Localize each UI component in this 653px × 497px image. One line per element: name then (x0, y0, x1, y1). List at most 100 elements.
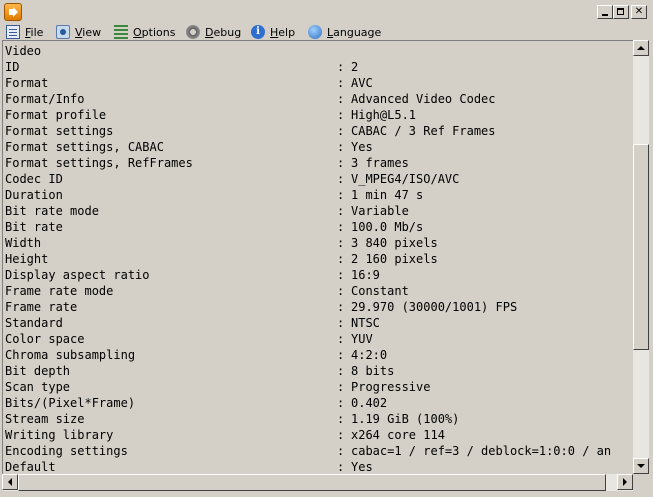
field-separator: : (337, 268, 345, 282)
info-row: Standard: NTSC (5, 315, 634, 331)
field-name: Default (5, 460, 56, 474)
field-name: Writing library (5, 428, 114, 442)
info-row: Bit rate mode: Variable (5, 203, 634, 219)
menu-file-label: File (25, 25, 44, 39)
field-name: Height (5, 252, 49, 266)
menu-options[interactable]: Options (114, 24, 175, 40)
menu-help[interactable]: i Help (251, 24, 295, 40)
scroll-left-button[interactable] (2, 474, 18, 490)
field-value: 100.0 Mb/s (351, 220, 424, 234)
field-name: Bits/(Pixel*Frame) (5, 396, 136, 410)
info-row: Format settings, CABAC: Yes (5, 139, 634, 155)
close-button[interactable]: ✕ (631, 5, 647, 19)
field-separator: : (337, 204, 345, 218)
field-value: CABAC / 3 Ref Frames (351, 124, 496, 138)
menu-language[interactable]: Language (308, 24, 381, 40)
field-name: Format profile (5, 108, 107, 122)
field-name: Duration (5, 188, 63, 202)
field-name: Stream size (5, 412, 85, 426)
up-arrow-icon (637, 46, 645, 50)
field-value: AVC (351, 76, 373, 90)
file-icon (6, 25, 20, 39)
field-name: Width (5, 236, 42, 250)
field-separator: : (337, 76, 345, 90)
info-row: Chroma subsampling:4:2:0 (5, 347, 634, 363)
menu-view-label: View (75, 25, 102, 39)
field-value: 1 min 47 s (351, 188, 424, 202)
horizontal-scroll-thumb[interactable] (18, 474, 606, 491)
right-arrow-icon (623, 478, 627, 486)
menu-view[interactable]: View (56, 24, 101, 40)
info-row: Height:2 160 pixels (5, 251, 634, 267)
vertical-scrollbar[interactable] (633, 40, 649, 474)
down-arrow-icon (637, 464, 645, 468)
section-header: Video (5, 43, 634, 59)
info-row: Format: AVC (5, 75, 634, 91)
field-separator: : (337, 444, 345, 458)
field-separator: : (337, 60, 345, 74)
info-row: Scan type: Progressive (5, 379, 634, 395)
scroll-right-button[interactable] (617, 474, 633, 490)
field-name: Format/Info (5, 92, 85, 106)
horizontal-scrollbar[interactable] (2, 474, 633, 491)
field-separator: : (337, 284, 345, 298)
field-value: YUV (351, 332, 373, 346)
info-row: Codec ID: V_MPEG4/ISO/AVC (5, 171, 634, 187)
title-bar[interactable]: ✕ (0, 0, 653, 25)
info-row: Duration:1 min 47 s (5, 187, 634, 203)
info-row: Bit depth:8 bits (5, 363, 634, 379)
field-separator: : (337, 236, 345, 250)
scrollbar-corner (633, 474, 649, 491)
field-separator: : (337, 172, 345, 186)
menu-debug[interactable]: Debug (186, 24, 241, 40)
info-row: Bit rate:100.0 Mb/s (5, 219, 634, 235)
field-name: Format (5, 76, 49, 90)
mediainfo-app-icon[interactable] (4, 3, 22, 21)
field-value: 1.19 GiB (100%) (351, 412, 460, 426)
info-row: Frame rate mode: Constant (5, 283, 634, 299)
media-info-text-area[interactable]: Video ID:2 Format: AVC Format/Info: Advanced… (2, 40, 634, 475)
field-value: 0.402 (351, 396, 388, 410)
scroll-down-button[interactable] (633, 458, 649, 474)
info-row: Format settings: CABAC / 3 Ref Frames (5, 123, 634, 139)
info-row: ID:2 (5, 59, 634, 75)
field-name: Frame rate mode (5, 284, 114, 298)
field-name: Bit rate (5, 220, 63, 234)
minimize-button[interactable] (597, 5, 613, 19)
field-separator: : (337, 364, 345, 378)
minimize-icon (602, 14, 608, 16)
info-row: Color space: YUV (5, 331, 634, 347)
field-name: Display aspect ratio (5, 268, 150, 282)
field-name: Bit rate mode (5, 204, 99, 218)
info-row: Width:3 840 pixels (5, 235, 634, 251)
info-row: Bits/(Pixel*Frame):0.402 (5, 395, 634, 411)
menu-help-label: Help (270, 25, 296, 39)
field-value: 2 (351, 60, 359, 74)
field-separator: : (337, 316, 345, 330)
field-separator: : (337, 332, 345, 346)
field-name: Color space (5, 332, 85, 346)
field-value: High@L5.1 (351, 108, 417, 122)
field-value: Constant (351, 284, 409, 298)
scroll-up-button[interactable] (633, 40, 649, 56)
menu-language-label: Language (327, 25, 382, 39)
field-separator: : (337, 108, 345, 122)
field-name: Frame rate (5, 300, 78, 314)
field-value: V_MPEG4/ISO/AVC (351, 172, 460, 186)
field-separator: : (337, 188, 345, 202)
help-icon: i (251, 25, 265, 39)
field-name: Chroma subsampling (5, 348, 136, 362)
menu-file[interactable]: File (6, 24, 43, 40)
info-row: Format/Info: Advanced Video Codec (5, 91, 634, 107)
vertical-scroll-thumb[interactable] (633, 144, 649, 350)
options-icon (114, 25, 128, 39)
field-separator: : (337, 92, 345, 106)
field-value: NTSC (351, 316, 380, 330)
menu-options-label: Options (133, 25, 176, 39)
field-value: Yes (351, 140, 373, 154)
field-name: Codec ID (5, 172, 63, 186)
field-separator: : (337, 220, 345, 234)
view-icon (56, 25, 70, 39)
maximize-button[interactable] (613, 5, 629, 19)
info-row: Frame rate:29.970 (30000/1001) FPS (5, 299, 634, 315)
